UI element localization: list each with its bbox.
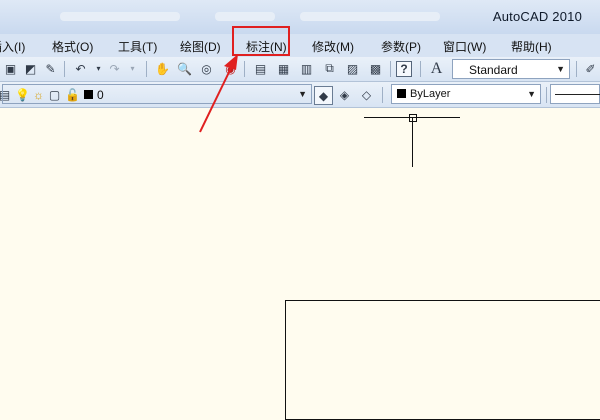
annotation-arrow [199, 54, 238, 133]
